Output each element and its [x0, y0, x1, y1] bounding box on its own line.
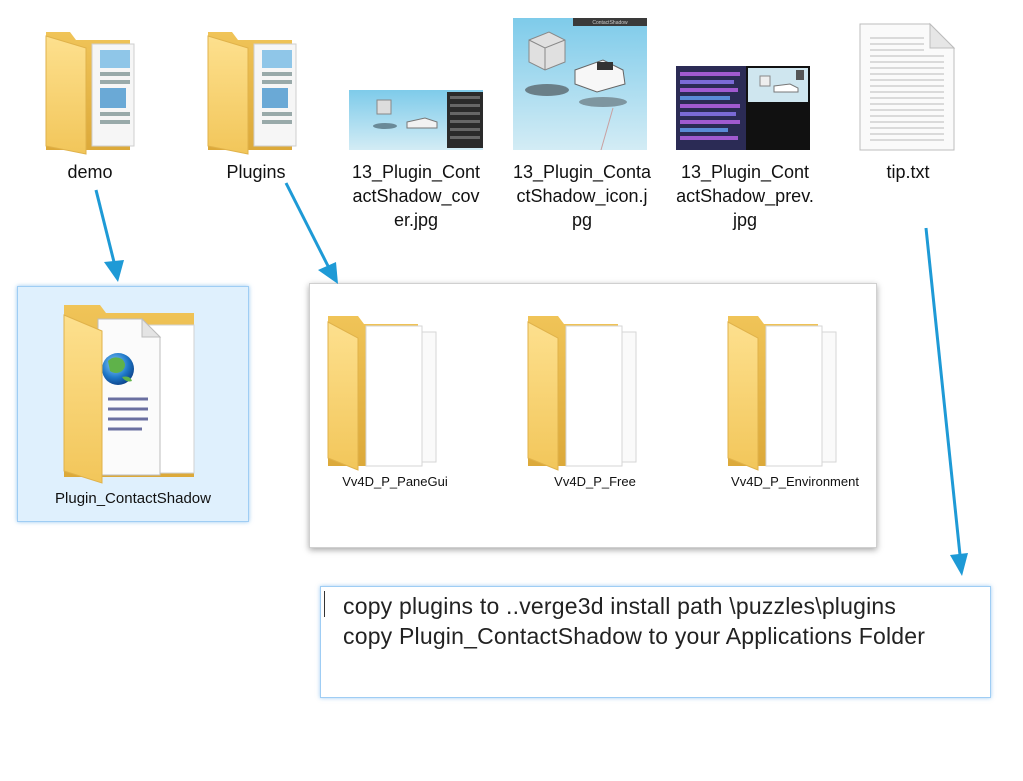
- folder-with-html-icon: [63, 305, 195, 484]
- arrowhead-tip: [950, 553, 968, 576]
- plugins-window: Vv4D_P_PaneGui Vv4D_P_Free Vv4D_P_Enviro…: [309, 283, 877, 548]
- plugin-label-free: Vv4D_P_Free: [554, 474, 636, 489]
- icon-image-file[interactable]: ContactShadow 13_Plugin_ContactShadow_ic…: [508, 18, 656, 240]
- prev-thumbnail: [676, 66, 810, 150]
- folder-icon: [527, 316, 637, 471]
- folder-icon: [727, 316, 837, 471]
- note-line-1: copy plugins to ..verge3d install path \…: [343, 593, 897, 619]
- plugin-contactshadow-folder[interactable]: Plugin_ContactShadow: [17, 286, 249, 522]
- plugin-contactshadow-label: Plugin_ContactShadow: [55, 490, 211, 507]
- plugin-label-panegui: Vv4D_P_PaneGui: [342, 474, 448, 489]
- arrow-demo: [94, 189, 116, 263]
- prev-label: 13_Plugin_ContactShadow_prev.jpg: [676, 162, 814, 230]
- prev-image-file[interactable]: 13_Plugin_ContactShadow_prev.jpg: [672, 66, 818, 240]
- note-line-2: copy Plugin_ContactShadow to your Applic…: [343, 623, 926, 649]
- instruction-note[interactable]: copy plugins to ..verge3d install path \…: [320, 586, 991, 698]
- text-cursor: [324, 591, 325, 617]
- folder-icon: [327, 316, 437, 471]
- plugin-folder-panegui[interactable]: Vv4D_P_PaneGui: [310, 312, 480, 502]
- demo-folder[interactable]: demo: [30, 22, 150, 192]
- folder-icon: [207, 32, 297, 155]
- tip-text-file[interactable]: tip.txt: [848, 22, 968, 192]
- cover-label: 13_Plugin_ContactShadow_cover.jpg: [351, 162, 481, 230]
- folder-icon: [45, 32, 135, 155]
- plugins-folder[interactable]: Plugins: [196, 22, 316, 192]
- arrow-plugins: [284, 182, 330, 267]
- plugin-label-environment: Vv4D_P_Environment: [731, 474, 859, 489]
- demo-label: demo: [67, 162, 113, 182]
- text-file-icon: [859, 22, 956, 151]
- tip-label: tip.txt: [886, 162, 930, 182]
- thumbnail-title: ContactShadow: [592, 20, 628, 26]
- cover-thumbnail: [349, 90, 483, 150]
- plugins-label: Plugins: [226, 162, 286, 182]
- arrowhead-plugins: [318, 262, 338, 284]
- cover-image-file[interactable]: 13_Plugin_ContactShadow_cover.jpg: [344, 90, 488, 240]
- plugin-folder-free[interactable]: Vv4D_P_Free: [510, 312, 680, 502]
- icon-label: 13_Plugin_ContactShadow_icon.jpg: [512, 162, 652, 230]
- arrow-tip: [924, 227, 962, 556]
- icon-thumbnail: ContactShadow: [513, 18, 647, 150]
- arrowhead-demo: [104, 260, 124, 282]
- plugin-folder-environment[interactable]: Vv4D_P_Environment: [710, 312, 880, 502]
